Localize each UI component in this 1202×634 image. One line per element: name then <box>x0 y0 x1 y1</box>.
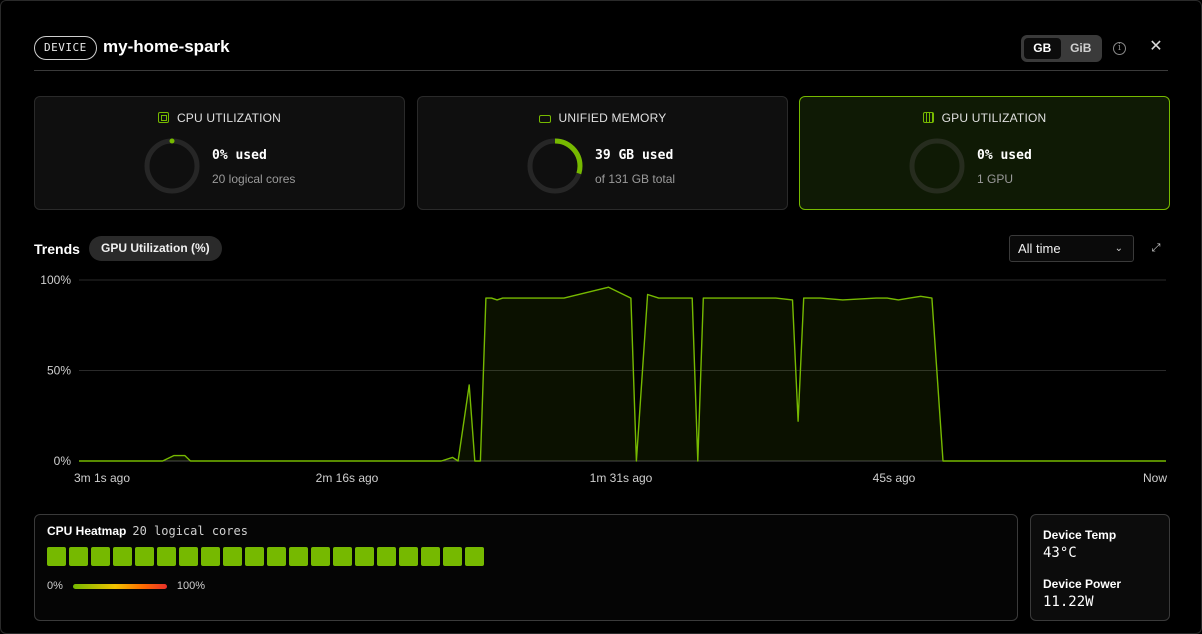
device-temp-value: 43°C <box>1043 545 1077 561</box>
time-range-select[interactable]: All time ⌄ <box>1009 235 1134 262</box>
trends-label: Trends <box>34 241 80 257</box>
cpu-used-value: 0% used <box>212 148 267 163</box>
core-cell <box>443 547 462 566</box>
device-dialog: DEVICE my-home-spark GB GiB i ✕ CPU UTIL… <box>0 0 1202 634</box>
core-cell <box>69 547 88 566</box>
core-cell <box>135 547 154 566</box>
heatmap-title: CPU Heatmap <box>47 524 127 538</box>
legend-gradient <box>72 583 167 589</box>
core-cell <box>267 547 286 566</box>
card-title: CPU UTILIZATION <box>176 111 282 125</box>
time-range-value: All time <box>1018 241 1061 256</box>
core-cell <box>333 547 352 566</box>
unit-toggle: GB GiB <box>1021 35 1102 62</box>
card-title: UNIFIED MEMORY <box>558 111 667 125</box>
x-tick-label: Now <box>1143 471 1167 485</box>
chevron-down-icon: ⌄ <box>1114 243 1123 254</box>
core-cell <box>289 547 308 566</box>
device-temp-label: Device Temp <box>1043 528 1117 542</box>
core-cell <box>465 547 484 566</box>
legend-min: 0% <box>47 580 63 592</box>
core-cell <box>91 547 110 566</box>
x-tick-label: 3m 1s ago <box>74 471 130 485</box>
memory-total-text: of 131 GB total <box>595 172 676 186</box>
gpu-used-value: 0% used <box>977 148 1032 163</box>
core-cells <box>47 547 484 566</box>
gpu-icon <box>922 112 934 123</box>
core-cell <box>47 547 66 566</box>
y-tick-label: 50% <box>47 364 71 378</box>
y-tick-label: 100% <box>40 273 71 287</box>
x-tick-label: 45s ago <box>873 471 916 485</box>
heatmap-legend: 0% 100% <box>47 580 205 592</box>
legend-max: 100% <box>176 580 206 592</box>
heatmap-subtitle: 20 logical cores <box>132 524 248 538</box>
x-tick-label: 1m 31s ago <box>590 471 653 485</box>
device-name: my-home-spark <box>103 37 230 56</box>
memory-icon <box>538 115 551 123</box>
gpu-donut <box>909 138 965 194</box>
info-icon[interactable]: i <box>1113 42 1126 55</box>
core-cell <box>311 547 330 566</box>
y-tick-label: 0% <box>54 454 72 468</box>
cpu-cores-text: 20 logical cores <box>212 172 296 186</box>
unified-memory-card[interactable]: UNIFIED MEMORY 39 GB used of 131 GB tota… <box>417 96 788 210</box>
cpu-utilization-card[interactable]: CPU UTILIZATION 0% used 20 logical cores <box>34 96 405 210</box>
core-cell <box>223 547 242 566</box>
device-badge: DEVICE <box>34 36 97 60</box>
unit-option-gib[interactable]: GiB <box>1063 38 1100 59</box>
core-cell <box>201 547 220 566</box>
close-icon[interactable]: ✕ <box>1146 37 1166 57</box>
core-cell <box>113 547 132 566</box>
cpu-chip-icon <box>157 112 169 123</box>
core-cell <box>355 547 374 566</box>
gpu-count-text: 1 GPU <box>977 172 1014 186</box>
device-stats-panel: Device Temp 43°C Device Power 11.22W <box>1030 514 1170 621</box>
cpu-heatmap-panel: CPU Heatmap 20 logical cores 0% 100% <box>34 514 1018 621</box>
x-tick-label: 2m 16s ago <box>316 471 379 485</box>
core-cell <box>179 547 198 566</box>
memory-used-value: 39 GB used <box>595 148 674 163</box>
core-cell <box>421 547 440 566</box>
core-cell <box>377 547 396 566</box>
dialog-header: DEVICE my-home-spark GB GiB i ✕ <box>34 35 1168 71</box>
gpu-utilization-chart: 0% 50% 100% 3m 1s ago 2m 16s ago 1m 31s ago 45… <box>40 273 1167 485</box>
device-power-value: 11.22W <box>1043 594 1094 610</box>
expand-icon[interactable]: ⤢ <box>1149 241 1163 255</box>
cpu-donut <box>144 138 200 194</box>
card-title: GPU UTILIZATION <box>941 111 1047 125</box>
unit-option-gb[interactable]: GB <box>1024 38 1061 59</box>
series-area <box>79 287 1166 461</box>
core-cell <box>245 547 264 566</box>
device-power-label: Device Power <box>1043 577 1122 591</box>
core-cell <box>157 547 176 566</box>
trend-metric-pill[interactable]: GPU Utilization (%) <box>89 236 222 261</box>
gpu-utilization-card[interactable]: GPU UTILIZATION 0% used 1 GPU <box>799 96 1170 210</box>
memory-donut <box>527 138 583 194</box>
core-cell <box>399 547 418 566</box>
